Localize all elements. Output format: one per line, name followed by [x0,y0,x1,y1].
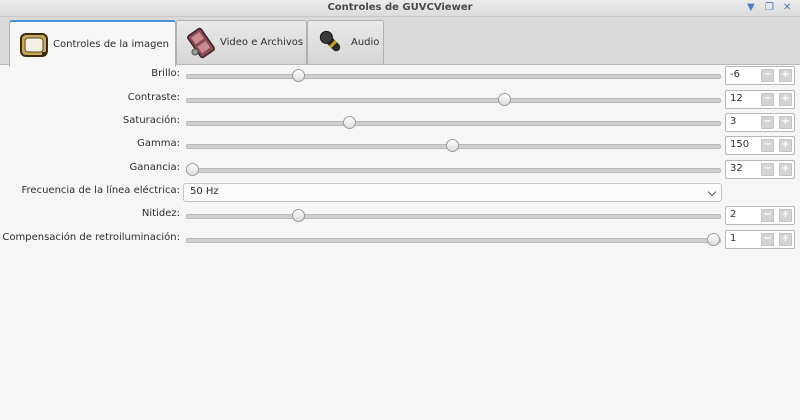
row-ganancia: Ganancia: 32 − + [0,159,800,179]
restore-icon[interactable]: ❐ [765,1,774,15]
tab-label: Controles de la imagen [53,39,169,50]
brillo-spinbutton[interactable]: -6 − + [725,66,795,85]
film-icon [187,27,215,58]
row-saturacion: Saturación: 3 − + [0,112,800,132]
ganancia-spinbutton[interactable]: 32 − + [725,160,795,179]
brillo-increment-button[interactable]: + [779,69,792,82]
row-contraste: Contraste: 12 − + [0,89,800,109]
contraste-slider-track[interactable] [186,98,721,103]
nitidez-decrement-button[interactable]: − [761,209,774,222]
nitidez-slider-handle[interactable] [292,209,306,222]
saturacion-slider-track[interactable] [186,121,721,126]
contraste-value: 12 [730,93,743,104]
close-icon[interactable]: ✕ [783,1,791,15]
retroiluminacion-value: 1 [730,233,737,244]
brillo-slider-track[interactable] [186,74,721,79]
gamma-increment-button[interactable]: + [779,139,792,152]
ganancia-label: Ganancia: [129,162,180,173]
window-title: Controles de GUVCViewer [327,2,473,13]
row-nitidez: Nitidez: 2 − + [0,205,800,225]
contraste-increment-button[interactable]: + [779,93,792,106]
retroiluminacion-spinbutton[interactable]: 1 − + [725,230,795,249]
gamma-decrement-button[interactable]: − [761,139,774,152]
nitidez-spinbutton[interactable]: 2 − + [725,206,795,225]
tab-video-files[interactable]: Video e Archivos [176,20,307,64]
ganancia-value: 32 [730,163,743,174]
nitidez-increment-button[interactable]: + [779,209,792,222]
contraste-spinbutton[interactable]: 12 − + [725,90,795,109]
tv-icon [20,32,48,57]
tab-label: Video e Archivos [220,37,304,48]
nitidez-slider-track[interactable] [186,214,721,219]
ganancia-increment-button[interactable]: + [779,163,792,176]
contraste-label: Contraste: [127,92,180,103]
ganancia-decrement-button[interactable]: − [761,163,774,176]
gamma-label: Gamma: [137,138,180,149]
saturacion-slider-handle[interactable] [342,116,356,129]
row-retroiluminacion: Compensación de retroiluminación: 1 − + [0,229,800,249]
saturacion-increment-button[interactable]: + [779,116,792,129]
frecuencia-label: Frecuencia de la línea eléctrica: [21,185,180,196]
gamma-slider-handle[interactable] [446,139,459,152]
nitidez-label: Nitidez: [141,208,180,219]
saturacion-decrement-button[interactable]: − [761,116,774,129]
retroiluminacion-increment-button[interactable]: + [779,233,792,246]
gamma-value: 150 [730,139,750,150]
gamma-spinbutton[interactable]: 150 − + [725,136,795,155]
chevron-down-icon[interactable]: ▼ [747,1,755,15]
saturacion-value: 3 [730,116,737,127]
saturacion-label: Saturación: [122,115,180,126]
contraste-slider-handle[interactable] [498,93,512,106]
row-frecuencia: Frecuencia de la línea eléctrica: 50 Hz [0,182,800,202]
tab-strip: Controles de la imagen Video e Archivos … [0,17,800,67]
ganancia-slider-track[interactable] [186,168,721,173]
tab-label: Audio [351,37,380,48]
row-gamma: Gamma: 150 − + [0,135,800,155]
saturacion-spinbutton[interactable]: 3 − + [725,113,795,132]
nitidez-value: 2 [730,209,737,220]
microphone-icon [319,30,341,51]
brillo-slider-handle[interactable] [292,69,306,82]
chevron-down-icon [707,187,717,197]
frecuencia-dropdown[interactable]: 50 Hz [183,183,722,202]
retroiluminacion-slider-track[interactable] [186,238,721,243]
frecuencia-value: 50 Hz [190,186,219,197]
title-bar: Controles de GUVCViewer ▼ ❐ ✕ [0,0,800,17]
tab-image-controls[interactable]: Controles de la imagen [9,20,176,67]
retroiluminacion-decrement-button[interactable]: − [761,233,774,246]
ganancia-slider-handle[interactable] [185,163,199,176]
retroiluminacion-label: Compensación de retroiluminación: [2,232,180,243]
tab-audio[interactable]: Audio [307,20,384,64]
brillo-label: Brillo: [151,68,180,79]
retroiluminacion-slider-handle[interactable] [706,233,720,246]
contraste-decrement-button[interactable]: − [761,93,774,106]
brillo-value: -6 [730,69,740,80]
brillo-decrement-button[interactable]: − [761,69,774,82]
row-brillo: Brillo: -6 − + [0,65,800,85]
